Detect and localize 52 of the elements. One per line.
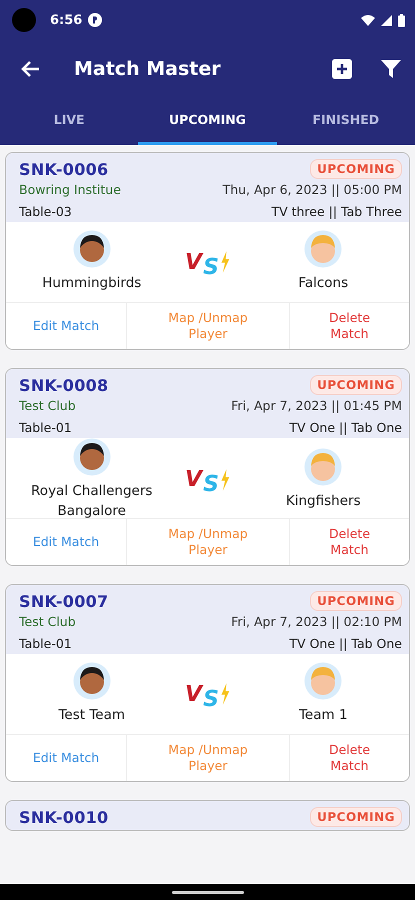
venue-name: Test Club [19, 398, 76, 413]
match-id: SNK-0008 [19, 376, 108, 394]
team-name: Team 1 [298, 706, 349, 726]
camera-cutout-icon [12, 8, 36, 32]
home-handle [172, 890, 244, 894]
avatar-icon [304, 230, 342, 268]
status-badge: UPCOMING [310, 591, 402, 611]
match-id: SNK-0007 [19, 592, 108, 610]
add-icon[interactable] [332, 58, 352, 78]
versus-logo: VS [178, 462, 238, 498]
match-id: SNK-0010 [19, 808, 108, 826]
table-name: Table-01 [19, 420, 72, 435]
card-action-button[interactable]: Delete Match [289, 303, 409, 349]
status-badge: UPCOMING [310, 807, 402, 827]
venue-name: Bowring Institue [19, 182, 121, 197]
table-name: Table-01 [19, 636, 72, 651]
team-name: Falcons [297, 274, 350, 294]
match-datetime: Fri, Apr 7, 2023 || 01:45 PM [231, 398, 402, 413]
signal-icon [381, 14, 392, 26]
back-arrow-icon[interactable] [20, 60, 40, 78]
table-name: Table-03 [19, 204, 72, 219]
card-action-button[interactable]: Delete Match [289, 519, 409, 565]
avatar-icon [72, 438, 111, 476]
notification-icon [88, 13, 102, 27]
versus-logo: VS [178, 676, 238, 712]
team-name: Test Team [57, 706, 126, 726]
team-name: Royal Challengers Bangalore [30, 482, 154, 521]
screen-assignment: TV One || Tab One [289, 636, 402, 651]
versus-logo: VS [178, 244, 238, 280]
screen-assignment: TV three || Tab Three [271, 204, 402, 219]
battery-icon [398, 14, 405, 26]
avatar-icon [304, 448, 342, 486]
tab[interactable]: FINISHED [276, 97, 415, 145]
screen-title: Match Master [74, 58, 221, 80]
screen-assignment: TV One || Tab One [289, 420, 402, 435]
tab[interactable]: UPCOMING [138, 97, 277, 145]
filter-icon[interactable] [381, 60, 401, 78]
team-name: Hummingbirds [41, 274, 142, 294]
tab[interactable]: LIVE [0, 97, 138, 145]
match-datetime: Fri, Apr 7, 2023 || 02:10 PM [231, 614, 402, 629]
wifi-icon [361, 14, 375, 26]
team-name: Kingfishers [284, 492, 362, 511]
status-badge: UPCOMING [310, 159, 402, 179]
card-action-button[interactable]: Delete Match [289, 735, 409, 781]
status-badge: UPCOMING [310, 375, 402, 395]
avatar-icon [72, 662, 111, 700]
status-time: 6:56 [50, 12, 82, 28]
match-id: SNK-0006 [19, 160, 108, 178]
venue-name: Test Club [19, 614, 76, 629]
match-datetime: Thu, Apr 6, 2023 || 05:00 PM [222, 182, 402, 197]
avatar-icon [304, 662, 342, 700]
avatar-icon [72, 230, 111, 268]
